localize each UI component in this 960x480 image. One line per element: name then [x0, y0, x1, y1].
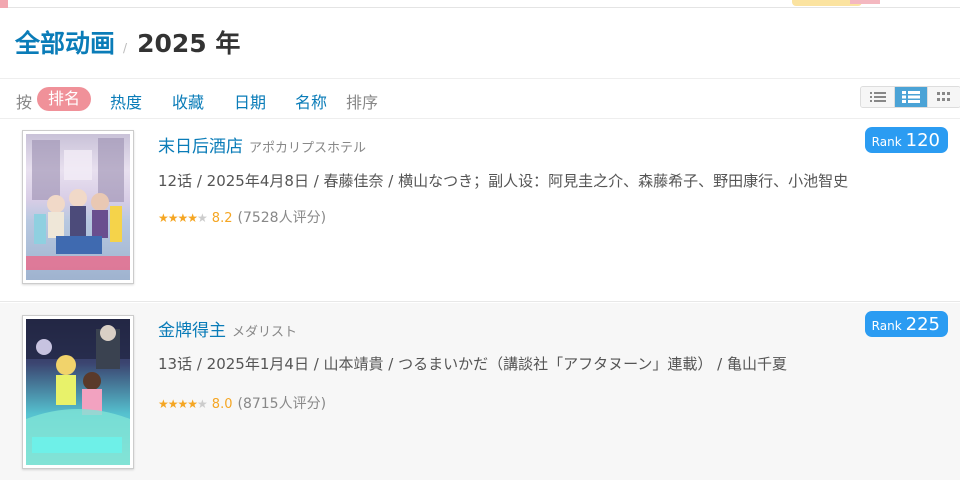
list-view-button[interactable]: [861, 87, 894, 107]
star-icon: ★★★★: [158, 211, 198, 225]
detailed-list-view-button[interactable]: [894, 87, 927, 107]
grid-view-button[interactable]: [927, 87, 960, 107]
anime-original-title: アポカリプスホテル: [249, 141, 367, 156]
anime-title-text[interactable]: 金牌得主: [158, 321, 226, 341]
star-empty-icon: ★: [197, 397, 208, 411]
sort-suffix: 排序: [346, 93, 379, 112]
cover-illustration: [26, 319, 130, 465]
sort-option-favorites[interactable]: 收藏: [172, 89, 204, 113]
breadcrumb-year: 2025 年: [137, 29, 241, 58]
anime-cover[interactable]: [22, 130, 134, 284]
anime-list-item: 末日后酒店 アポカリプスホテル 12话 / 2025年4月8日 / 春藤佳奈 / …: [0, 120, 960, 302]
anime-info: 12话 / 2025年4月8日 / 春藤佳奈 / 横山なつき；副人设：阿見圭之介…: [158, 172, 849, 190]
rating-score: 8.0: [211, 397, 233, 412]
sort-prefix: 按: [16, 93, 33, 112]
cover-illustration: [26, 138, 130, 270]
rank-badge: Rank 120: [864, 127, 948, 153]
star-rating: ★★★★★: [158, 397, 208, 411]
view-mode-switcher: [860, 86, 960, 108]
grid-icon: [937, 92, 950, 101]
breadcrumb-separator: /: [123, 41, 128, 55]
sort-option-name[interactable]: 名称: [295, 89, 327, 113]
rank-label: Rank: [871, 134, 902, 149]
anime-rating: ★★★★★ 8.0 (8715人评分): [158, 393, 326, 413]
anime-original-title: メダリスト: [232, 325, 298, 340]
sort-option-rank[interactable]: 排名: [37, 87, 92, 111]
star-rating: ★★★★★: [158, 211, 208, 225]
rank-label: Rank: [871, 318, 902, 333]
rank-badge: Rank 225: [864, 311, 948, 337]
star-icon: ★★★★: [158, 397, 198, 411]
rank-number: 120: [905, 129, 940, 151]
page-title: 全部动画 / 2025 年: [15, 24, 240, 60]
sort-option-popularity[interactable]: 热度: [110, 89, 142, 113]
rank-number: 225: [905, 313, 940, 335]
anime-cover[interactable]: [22, 315, 134, 469]
banner-decoration: [850, 0, 880, 4]
anime-title-text[interactable]: 末日后酒店: [158, 137, 243, 157]
rating-votes: (7528人评分): [237, 210, 327, 226]
anime-rating: ★★★★★ 8.2 (7528人评分): [158, 207, 326, 227]
star-empty-icon: ★: [197, 211, 208, 225]
rating-votes: (8715人评分): [237, 396, 327, 412]
banner-decoration: [0, 0, 8, 8]
anime-list-item: 金牌得主 メダリスト 13话 / 2025年1月4日 / 山本靖貴 / つるまいか…: [0, 303, 960, 480]
detailed-list-icon: [902, 91, 920, 103]
sort-bar: 按 排名 热度 收藏 日期 名称 排序: [0, 78, 960, 119]
list-icon: [869, 92, 886, 102]
sort-option-date[interactable]: 日期: [234, 89, 266, 113]
anime-title[interactable]: 金牌得主 メダリスト: [158, 316, 297, 341]
anime-info: 13话 / 2025年1月4日 / 山本靖貴 / つるまいかだ（講談社「アフタヌ…: [158, 355, 787, 373]
top-strip: [0, 0, 960, 8]
rating-score: 8.2: [211, 211, 233, 226]
breadcrumb-category[interactable]: 全部动画: [15, 24, 115, 60]
anime-title[interactable]: 末日后酒店 アポカリプスホテル: [158, 132, 366, 157]
